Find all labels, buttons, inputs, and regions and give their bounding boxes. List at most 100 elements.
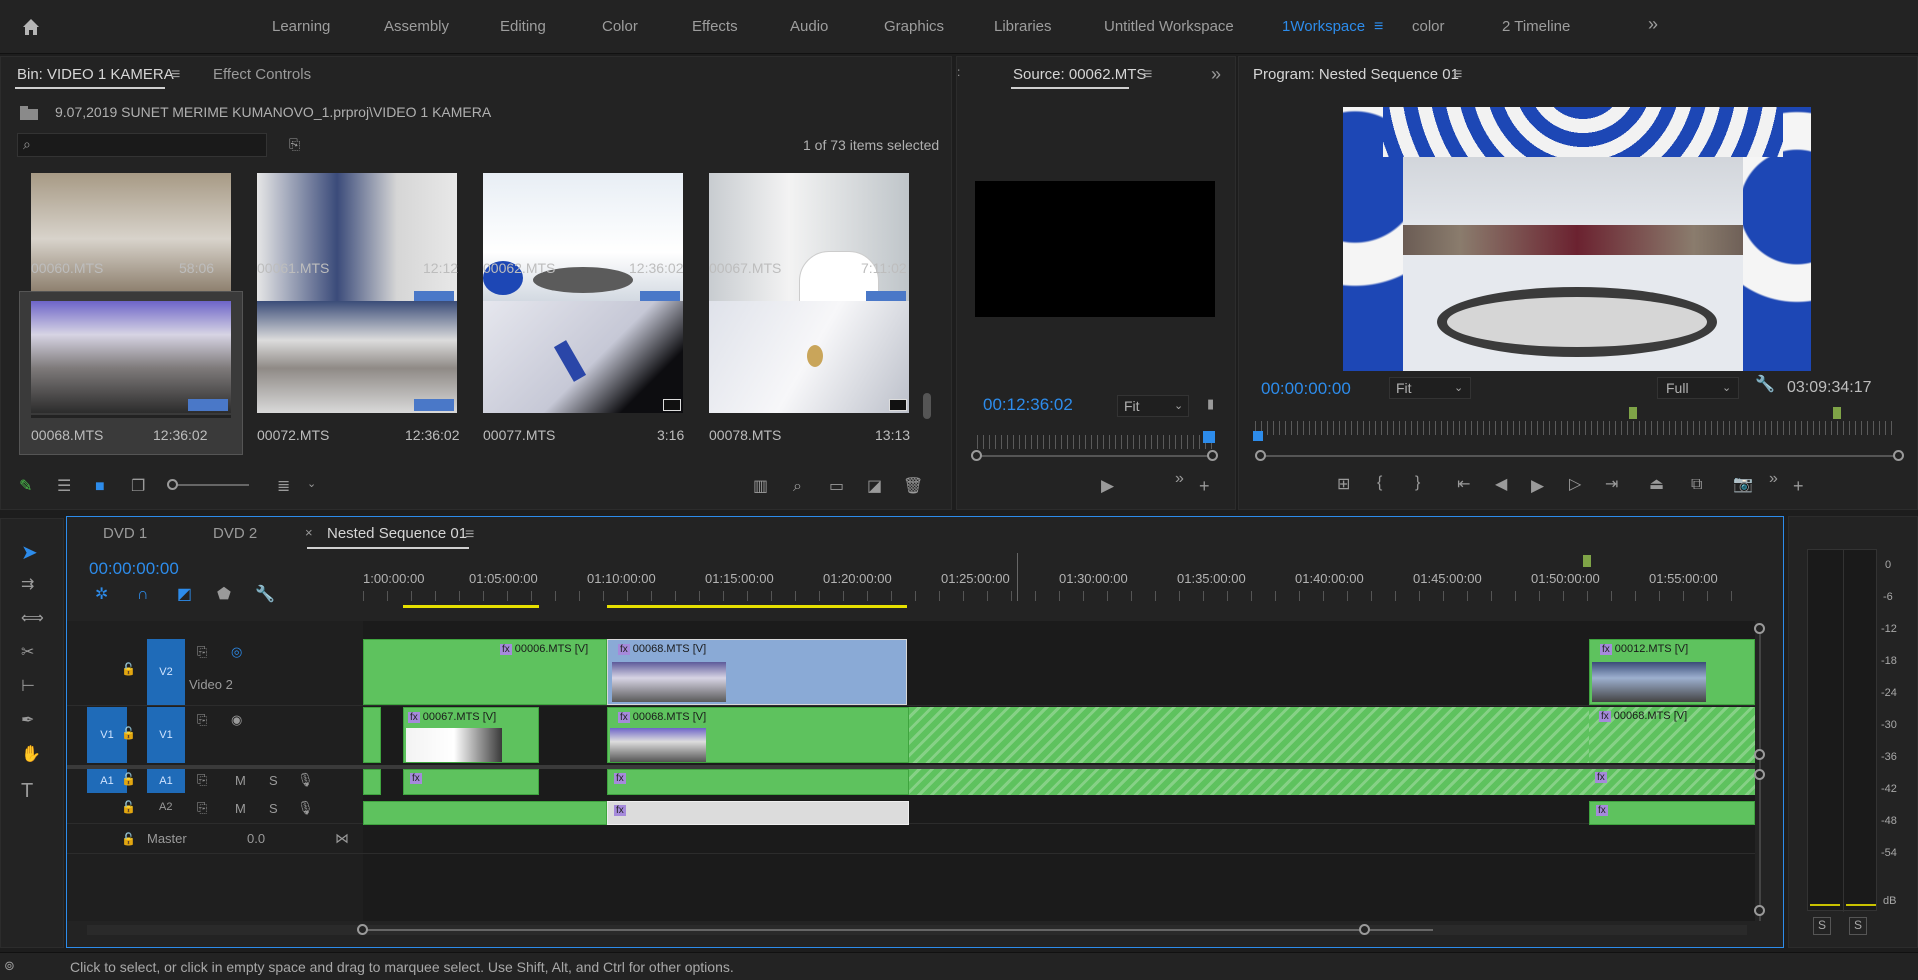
freeform-view-icon[interactable]: ❐ — [131, 479, 145, 495]
thumbnail-00078[interactable] — [709, 301, 909, 413]
thumbnail-00077[interactable] — [483, 301, 683, 413]
pencil-icon[interactable]: ✎ — [19, 479, 32, 495]
clip-v1-00067[interactable]: fx 00067.MTS [V] — [403, 707, 539, 763]
lock-icon[interactable]: 🔓 — [121, 663, 136, 675]
microphone-icon[interactable]: 🎙 — [297, 773, 314, 786]
program-quality-select[interactable]: Full ⌄ — [1657, 377, 1739, 399]
wrench-icon[interactable]: 🔧 — [1755, 377, 1775, 393]
clip-a1-00068[interactable]: fx — [607, 769, 909, 795]
clip-v1-nested[interactable] — [909, 707, 1589, 763]
step-forward-icon[interactable]: ▷ — [1569, 477, 1581, 493]
add-button-icon[interactable]: + — [1199, 477, 1210, 495]
step-back-icon[interactable]: ◀ — [1495, 477, 1507, 493]
lock-icon[interactable]: 🔓 — [121, 727, 136, 739]
workspace-menu-icon[interactable]: ≡ — [1374, 19, 1383, 35]
source-playhead[interactable] — [1203, 431, 1215, 443]
go-to-out-icon[interactable]: ⇥ — [1605, 477, 1618, 493]
clip-v2-00006[interactable]: fx 00006.MTS [V] — [363, 639, 607, 705]
source-time-ruler[interactable] — [977, 435, 1217, 449]
program-timecode[interactable]: 00:00:00:00 — [1261, 379, 1351, 399]
add-marker-icon[interactable]: ⬟ — [217, 587, 231, 603]
master-volume[interactable]: 0.0 — [247, 831, 265, 846]
program-time-ruler[interactable] — [1255, 421, 1895, 435]
automate-icon[interactable]: ▥ — [753, 479, 768, 495]
solo-right-button[interactable]: S — [1849, 917, 1867, 935]
solo-button[interactable]: S — [269, 773, 278, 788]
program-menu-icon[interactable]: ≡ — [1453, 67, 1462, 83]
workspace-untitled[interactable]: Untitled Workspace — [1104, 18, 1234, 35]
sync-lock-icon[interactable]: ⎘ — [197, 713, 207, 726]
eye-hidden-icon[interactable]: ◎ — [231, 645, 242, 658]
thumbnail-00061[interactable] — [257, 173, 457, 305]
folder-up-icon[interactable] — [19, 105, 39, 121]
scroll-handle[interactable] — [1754, 623, 1765, 634]
thumbnail-00060[interactable] — [31, 173, 231, 305]
scroll-handle[interactable] — [1754, 749, 1765, 760]
snap-icon[interactable]: ∩ — [137, 587, 149, 603]
thumbnail-00062[interactable] — [483, 173, 683, 305]
workspace-learning[interactable]: Learning — [272, 18, 330, 35]
slip-tool-icon[interactable]: ⊢ — [21, 679, 35, 695]
panel-overflow-icon[interactable]: » — [1211, 65, 1221, 83]
workspace-effects[interactable]: Effects — [692, 18, 738, 35]
new-bin-icon[interactable]: ▭ — [829, 479, 844, 495]
mute-button[interactable]: M — [235, 801, 246, 816]
tab-nested-sequence[interactable]: Nested Sequence 01 — [327, 525, 467, 542]
zoom-handle-left[interactable] — [1255, 450, 1266, 461]
search-input[interactable] — [17, 133, 267, 157]
tab-effect-controls[interactable]: Effect Controls — [213, 66, 311, 83]
clip-a1-nested[interactable]: fx — [909, 769, 1755, 795]
sort-icon[interactable]: ≣ — [277, 479, 290, 495]
workspace-assembly[interactable]: Assembly — [384, 18, 449, 35]
icon-view-icon[interactable]: ■ — [95, 479, 105, 495]
workspace-2-timeline[interactable]: 2 Timeline — [1502, 18, 1570, 35]
timeline-settings-icon[interactable]: 🔧 — [255, 587, 275, 603]
bin-menu-icon[interactable]: ≡ — [171, 67, 180, 83]
mute-button[interactable]: M — [235, 773, 246, 788]
clip-a2-selected[interactable]: fx — [607, 801, 909, 825]
program-zoom-bar[interactable] — [1259, 455, 1899, 457]
button-overflow-icon[interactable]: » — [1175, 471, 1184, 487]
find-icon[interactable]: ⎘ — [289, 137, 300, 151]
workspace-libraries[interactable]: Libraries — [994, 18, 1052, 35]
clip-v2-00068[interactable]: fx 00068.MTS [V] — [607, 639, 907, 705]
track-target-a1[interactable]: A1 — [147, 769, 185, 793]
ripple-edit-tool-icon[interactable]: ⟺ — [21, 611, 44, 627]
thumbnail-00072[interactable] — [257, 301, 457, 413]
scroll-handle[interactable] — [1754, 905, 1765, 916]
sync-lock-icon[interactable]: ⎘ — [197, 645, 207, 658]
workspace-color-lower[interactable]: color — [1412, 18, 1445, 35]
list-view-icon[interactable]: ☰ — [57, 479, 71, 495]
workspace-overflow-icon[interactable]: » — [1648, 14, 1658, 35]
marker[interactable] — [1833, 407, 1841, 419]
solo-left-button[interactable]: S — [1813, 917, 1831, 935]
program-fit-select[interactable]: Fit ⌄ — [1389, 377, 1471, 399]
play-icon[interactable]: ▶ — [1101, 477, 1114, 494]
new-item-icon[interactable]: ◪ — [867, 479, 882, 495]
mark-out-icon[interactable]: } — [1415, 475, 1420, 491]
solo-button[interactable]: S — [269, 801, 278, 816]
selection-tool-icon[interactable]: ➤ — [21, 543, 38, 563]
scroll-handle[interactable] — [357, 924, 368, 935]
tab-bin[interactable]: Bin: VIDEO 1 KAMERA — [17, 66, 174, 83]
lock-icon[interactable]: 🔓 — [121, 801, 136, 813]
clip-a1-start[interactable] — [363, 769, 381, 795]
hand-tool-icon[interactable]: ✋ — [21, 747, 41, 763]
sync-lock-icon[interactable]: ⎘ — [197, 801, 207, 814]
thumbnail-00067[interactable] — [709, 173, 909, 305]
clip-v1-00068b[interactable]: fx 00068.MTS [V] — [1589, 707, 1755, 763]
clip-a2-last[interactable]: fx — [1589, 801, 1755, 825]
extract-icon[interactable]: ⧉ — [1691, 477, 1702, 493]
track-select-tool-icon[interactable]: ⇉ — [21, 577, 34, 593]
project-scrollbar[interactable] — [923, 393, 931, 419]
scroll-handle[interactable] — [1359, 924, 1370, 935]
nest-icon[interactable]: ✲ — [95, 587, 108, 603]
tab-dvd2[interactable]: DVD 2 — [213, 525, 257, 542]
microphone-icon[interactable]: 🎙 — [297, 801, 314, 814]
thumbnail-00068[interactable] — [31, 301, 231, 413]
clip-v1-00068[interactable]: fx 00068.MTS [V] — [607, 707, 909, 763]
go-to-in-icon[interactable]: ⇤ — [1457, 477, 1470, 493]
tab-dvd1[interactable]: DVD 1 — [103, 525, 147, 542]
workspace-graphics[interactable]: Graphics — [884, 18, 944, 35]
clip-v2-00012[interactable]: fx 00012.MTS [V] — [1589, 639, 1755, 705]
